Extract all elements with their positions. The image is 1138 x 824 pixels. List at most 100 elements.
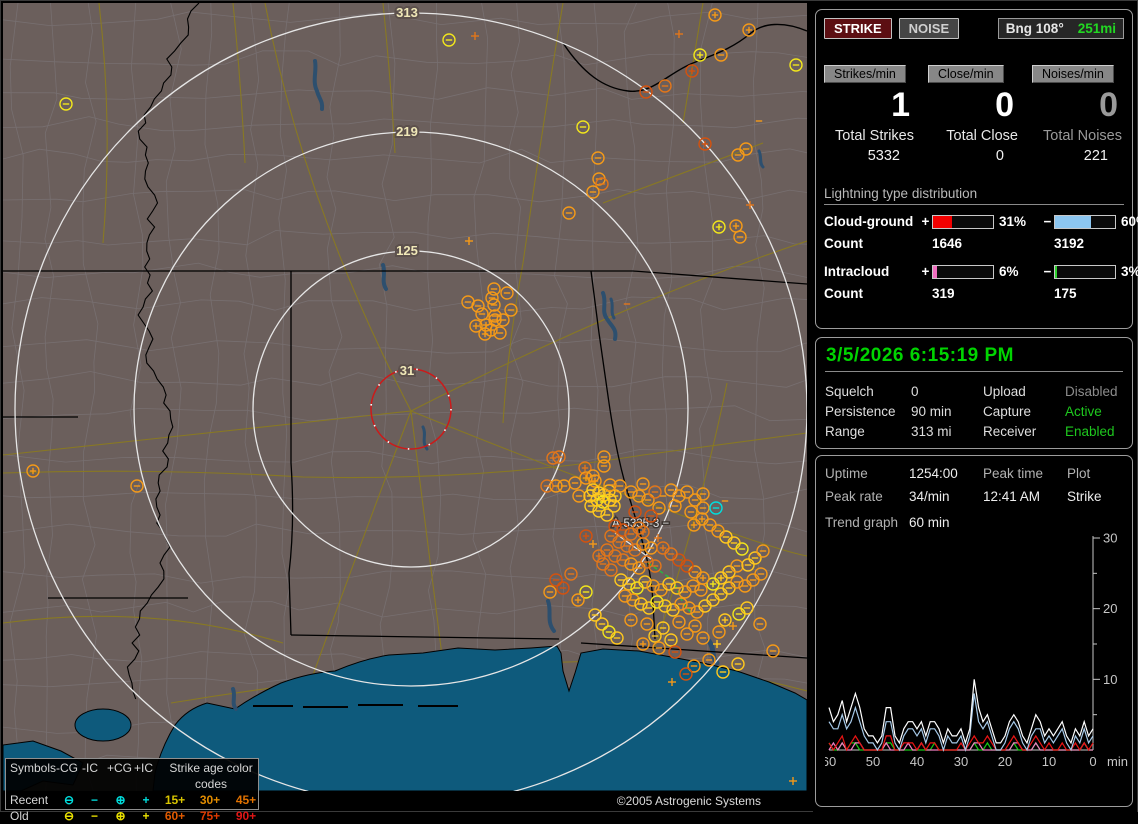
dist-pct-positive: 6% bbox=[994, 264, 1041, 279]
trend-x-tick-label: 60 bbox=[825, 754, 836, 769]
trend-x-tick-label: 50 bbox=[866, 754, 880, 769]
strike-button[interactable]: STRIKE bbox=[824, 18, 892, 39]
total-label: Total Close bbox=[928, 128, 1020, 144]
dist-bar-positive bbox=[932, 265, 994, 279]
nexstorm-window: 31125219313A-5335-3 − Symbols-CG-IC+CG+I… bbox=[0, 0, 1138, 812]
status-rows: Squelch0UploadDisabledPersistence90 minC… bbox=[825, 382, 1123, 442]
rate-value: 0 bbox=[1032, 85, 1124, 125]
status-value: 0 bbox=[911, 382, 983, 402]
dist-name: Cloud-ground bbox=[824, 214, 919, 229]
dist-pct-negative: 60% bbox=[1116, 214, 1138, 229]
bearing-label: Bng 108° bbox=[1006, 21, 1064, 36]
noise-button[interactable]: NOISE bbox=[899, 18, 959, 39]
status-label: Persistence bbox=[825, 402, 911, 422]
legend-grid: Symbols-CG-IC+CG+ICStrike age color code… bbox=[6, 759, 258, 824]
ring-label: 125 bbox=[396, 243, 418, 258]
status-value: Disabled bbox=[1065, 382, 1123, 402]
count-positive: 319 bbox=[932, 286, 1054, 301]
total-label: Total Strikes bbox=[824, 128, 916, 144]
ic-pos-symbol: + bbox=[134, 792, 158, 808]
stats-label: Uptime bbox=[825, 462, 909, 485]
status-row: Range313 miReceiverEnabled bbox=[825, 422, 1123, 442]
trend-y-tick-label: 10 bbox=[1103, 672, 1117, 687]
trend-x-tick-label: 40 bbox=[910, 754, 924, 769]
plus-sign: + bbox=[919, 214, 932, 229]
ic-neg-symbol: − bbox=[82, 808, 107, 824]
status-label: Upload bbox=[983, 382, 1065, 402]
rate-column: Strikes/min 1 Total Strikes 5332 bbox=[824, 65, 916, 164]
stats-value: 34/min bbox=[909, 485, 983, 508]
total-value: 5332 bbox=[824, 148, 916, 164]
trend-box: Uptime1254:00Peak timePlotPeak rate34/mi… bbox=[815, 455, 1133, 807]
legend-age-title: Strike age color codes bbox=[158, 760, 264, 792]
total-label: Total Noises bbox=[1032, 128, 1124, 144]
dist-bar-negative bbox=[1054, 265, 1116, 279]
count-row: Count16463192 bbox=[824, 236, 1124, 251]
age-code: 15+ bbox=[158, 792, 192, 808]
stats-label: Plot bbox=[1067, 462, 1128, 485]
rate-column: Close/min0Total Close0 bbox=[928, 65, 1020, 164]
total-value: 0 bbox=[928, 148, 1020, 164]
minus-sign: − bbox=[1041, 264, 1054, 279]
trend-series-cg-negative bbox=[829, 694, 1093, 751]
plus-sign: + bbox=[919, 264, 932, 279]
dist-row: Intracloud+6%−3% bbox=[824, 264, 1124, 279]
trend-x-tick-label: 10 bbox=[1042, 754, 1056, 769]
cg-neg-symbol: ⊖ bbox=[56, 808, 82, 824]
legend-header: -IC bbox=[82, 760, 107, 792]
status-value: 313 mi bbox=[911, 422, 983, 442]
ring-label: 313 bbox=[396, 5, 418, 20]
datetime-display: 3/5/2026 6:15:19 PM bbox=[825, 343, 1123, 372]
trend-y-tick-label: 20 bbox=[1103, 601, 1117, 616]
trend-graph-label: Trend graph bbox=[825, 515, 909, 530]
status-box: 3/5/2026 6:15:19 PM Squelch0UploadDisabl… bbox=[815, 337, 1133, 449]
stats-label: Peak time bbox=[983, 462, 1067, 485]
dist-pct-positive: 31% bbox=[994, 214, 1041, 229]
status-row: Squelch0UploadDisabled bbox=[825, 382, 1123, 402]
status-value: 90 min bbox=[911, 402, 983, 422]
ic-pos-symbol: + bbox=[134, 808, 158, 824]
side-panel: STRIKE NOISE Bng 108°251mi Strikes/min1T… bbox=[813, 1, 1137, 813]
status-row: Persistence90 minCaptureActive bbox=[825, 402, 1123, 422]
distribution-title: Lightning type distribution bbox=[824, 186, 1124, 205]
ic-neg-symbol: − bbox=[82, 792, 107, 808]
strike-stats-box: STRIKE NOISE Bng 108°251mi Strikes/min1T… bbox=[815, 9, 1133, 329]
trend-graph-value: 60 min bbox=[909, 515, 1128, 530]
dist-pct-negative: 3% bbox=[1116, 264, 1138, 279]
dist-bar-positive bbox=[932, 215, 994, 229]
trend-x-tick-label: 30 bbox=[954, 754, 968, 769]
legend-header: Symbols bbox=[10, 760, 56, 792]
lightning-map[interactable]: 31125219313A-5335-3 − Symbols-CG-IC+CG+I… bbox=[3, 3, 807, 811]
age-code: 45+ bbox=[228, 792, 264, 808]
map-canvas[interactable]: 31125219313A-5335-3 − bbox=[3, 3, 807, 791]
age-code: 60+ bbox=[158, 808, 192, 824]
rate-chip[interactable]: Strikes/min bbox=[824, 65, 906, 83]
count-row: Count319175 bbox=[824, 286, 1124, 301]
legend-header: +IC bbox=[134, 760, 158, 792]
stats-value: 1254:00 bbox=[909, 462, 983, 485]
rate-columns: Strikes/min1Total Strikes5332Close/min0T… bbox=[824, 65, 1124, 164]
status-value: Enabled bbox=[1065, 422, 1123, 442]
age-code: 90+ bbox=[228, 808, 264, 824]
legend-row-label: Recent bbox=[10, 792, 56, 808]
status-label: Capture bbox=[983, 402, 1065, 422]
cg-pos-symbol: ⊕ bbox=[107, 808, 134, 824]
stats-value: 12:41 AM bbox=[983, 485, 1067, 508]
lightning-distribution: Lightning type distribution Cloud-ground… bbox=[824, 186, 1124, 301]
stats-rows: Uptime1254:00Peak timePlotPeak rate34/mi… bbox=[825, 462, 1128, 508]
rate-value: 1 bbox=[824, 85, 916, 125]
dist-bar-negative bbox=[1054, 215, 1116, 229]
bearing-range: 251mi bbox=[1078, 21, 1116, 36]
rate-column: Noises/min0Total Noises221 bbox=[1032, 65, 1124, 164]
count-negative: 175 bbox=[1054, 286, 1138, 301]
count-label: Count bbox=[824, 236, 932, 251]
dist-row: Cloud-ground+31%−60% bbox=[824, 214, 1124, 229]
trend-graph: 1020306050403020100min bbox=[825, 532, 1135, 800]
bearing-display: Bng 108° 251mi bbox=[998, 18, 1124, 39]
trend-x-tick-label: 0 bbox=[1089, 754, 1096, 769]
status-label: Squelch bbox=[825, 382, 911, 402]
rate-chip[interactable]: Noises/min bbox=[1032, 65, 1114, 83]
rate-chip[interactable]: Close/min bbox=[928, 65, 1004, 83]
stats-row: Uptime1254:00Peak timePlot bbox=[825, 462, 1128, 485]
copyright-text: ©2005 Astrogenic Systems bbox=[617, 794, 761, 808]
